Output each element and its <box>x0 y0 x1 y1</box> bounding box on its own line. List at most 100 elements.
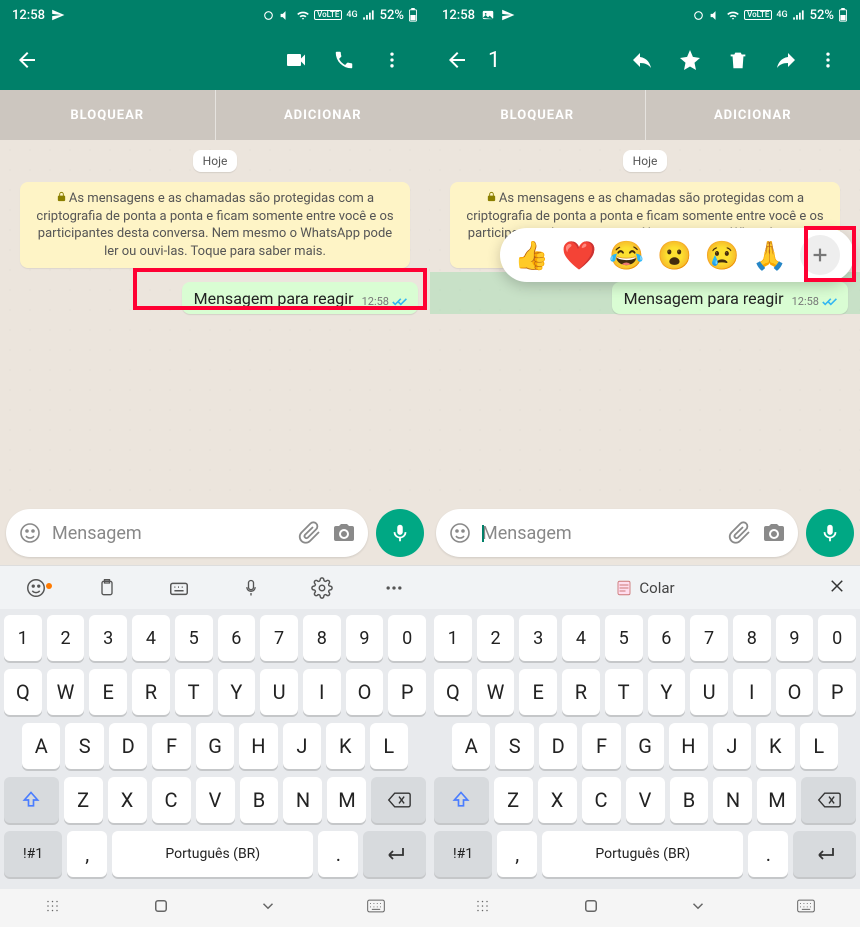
key-v[interactable]: V <box>626 777 665 823</box>
reaction-pray[interactable]: 🙏 <box>752 239 787 272</box>
more-button[interactable] <box>368 36 416 84</box>
message-input[interactable]: Mensagem <box>6 509 368 557</box>
attachment-icon[interactable] <box>298 521 322 545</box>
paste-suggestion[interactable]: Colar <box>615 579 674 597</box>
key-e[interactable]: E <box>89 669 127 715</box>
back-button[interactable] <box>14 47 40 73</box>
key-u[interactable]: U <box>690 669 728 715</box>
key-p[interactable]: P <box>818 669 856 715</box>
key-b[interactable]: B <box>670 777 709 823</box>
key-shift[interactable] <box>434 777 489 823</box>
nav-back[interactable] <box>689 897 707 919</box>
key-backspace[interactable] <box>371 777 426 823</box>
key-g[interactable]: G <box>626 723 664 769</box>
paste-close-button[interactable] <box>828 577 846 599</box>
reaction-laugh[interactable]: 😂 <box>609 239 644 272</box>
key-p[interactable]: P <box>388 669 426 715</box>
key-z[interactable]: Z <box>64 777 103 823</box>
key-2[interactable]: 2 <box>477 615 515 661</box>
key-4[interactable]: 4 <box>132 615 170 661</box>
key-n[interactable]: N <box>713 777 752 823</box>
key-t[interactable]: T <box>605 669 643 715</box>
key-q[interactable]: Q <box>4 669 42 715</box>
chat-area[interactable]: Hoje As mensagens e as chamadas são prot… <box>430 140 860 505</box>
emoji-icon[interactable] <box>448 521 472 545</box>
message-bubble[interactable]: Mensagem para reagir 12:58 <box>612 282 848 314</box>
key-s[interactable]: S <box>495 723 533 769</box>
key-3[interactable]: 3 <box>519 615 557 661</box>
key-y[interactable]: Y <box>218 669 256 715</box>
key-d[interactable]: D <box>539 723 577 769</box>
key-8[interactable]: 8 <box>733 615 771 661</box>
key-symbols[interactable]: !#1 <box>434 831 492 877</box>
key-x[interactable]: X <box>538 777 577 823</box>
key-k[interactable]: K <box>326 723 364 769</box>
add-contact-button[interactable]: ADICIONAR <box>646 90 860 140</box>
key-period[interactable]: . <box>318 831 358 877</box>
kb-clipboard-button[interactable] <box>83 578 131 598</box>
key-comma[interactable]: , <box>67 831 107 877</box>
reaction-heart[interactable]: ❤️ <box>562 239 597 272</box>
key-s[interactable]: S <box>65 723 103 769</box>
key-y[interactable]: Y <box>648 669 686 715</box>
block-button[interactable]: BLOQUEAR <box>0 90 216 140</box>
key-j[interactable]: J <box>713 723 751 769</box>
key-h[interactable]: H <box>669 723 707 769</box>
camera-icon[interactable] <box>332 521 356 545</box>
key-1[interactable]: 1 <box>434 615 472 661</box>
reaction-thumbs-up[interactable]: 👍 <box>514 239 549 272</box>
key-b[interactable]: B <box>240 777 279 823</box>
key-space[interactable]: Português (BR) <box>542 831 743 877</box>
back-button[interactable] <box>444 47 470 73</box>
key-enter[interactable] <box>363 831 426 877</box>
key-0[interactable]: 0 <box>818 615 856 661</box>
mic-button[interactable] <box>806 509 854 557</box>
block-button[interactable]: BLOQUEAR <box>430 90 646 140</box>
key-0[interactable]: 0 <box>388 615 426 661</box>
key-5[interactable]: 5 <box>175 615 213 661</box>
key-enter[interactable] <box>793 831 856 877</box>
add-contact-button[interactable]: ADICIONAR <box>216 90 431 140</box>
key-7[interactable]: 7 <box>690 615 728 661</box>
reaction-sad[interactable]: 😢 <box>705 239 740 272</box>
key-2[interactable]: 2 <box>47 615 85 661</box>
reaction-wow[interactable]: 😮 <box>657 239 692 272</box>
nav-recents[interactable] <box>45 897 63 919</box>
mic-button[interactable] <box>376 509 424 557</box>
key-t[interactable]: T <box>175 669 213 715</box>
key-l[interactable]: L <box>800 723 838 769</box>
camera-icon[interactable] <box>762 521 786 545</box>
key-space[interactable]: Português (BR) <box>112 831 313 877</box>
key-a[interactable]: A <box>452 723 490 769</box>
delete-button[interactable] <box>714 36 762 84</box>
nav-back[interactable] <box>259 897 277 919</box>
key-h[interactable]: H <box>239 723 277 769</box>
key-r[interactable]: R <box>562 669 600 715</box>
key-i[interactable]: I <box>733 669 771 715</box>
kb-more-button[interactable] <box>370 578 418 598</box>
key-w[interactable]: W <box>47 669 85 715</box>
key-j[interactable]: J <box>283 723 321 769</box>
reply-button[interactable] <box>618 36 666 84</box>
key-m[interactable]: M <box>327 777 366 823</box>
key-f[interactable]: F <box>152 723 190 769</box>
voice-call-button[interactable] <box>320 36 368 84</box>
key-9[interactable]: 9 <box>346 615 384 661</box>
chat-area[interactable]: Hoje As mensagens e as chamadas são prot… <box>0 140 430 505</box>
star-button[interactable] <box>666 36 714 84</box>
key-o[interactable]: O <box>776 669 814 715</box>
key-7[interactable]: 7 <box>260 615 298 661</box>
key-w[interactable]: W <box>477 669 515 715</box>
encryption-notice[interactable]: As mensagens e as chamadas são protegida… <box>20 182 410 268</box>
key-d[interactable]: D <box>109 723 147 769</box>
nav-keyboard-switch[interactable] <box>796 898 816 918</box>
key-c[interactable]: C <box>152 777 191 823</box>
video-call-button[interactable] <box>272 36 320 84</box>
key-a[interactable]: A <box>22 723 60 769</box>
key-shift[interactable] <box>4 777 59 823</box>
nav-home[interactable] <box>582 897 600 919</box>
key-q[interactable]: Q <box>434 669 472 715</box>
key-symbols[interactable]: !#1 <box>4 831 62 877</box>
nav-home[interactable] <box>152 897 170 919</box>
key-6[interactable]: 6 <box>218 615 256 661</box>
